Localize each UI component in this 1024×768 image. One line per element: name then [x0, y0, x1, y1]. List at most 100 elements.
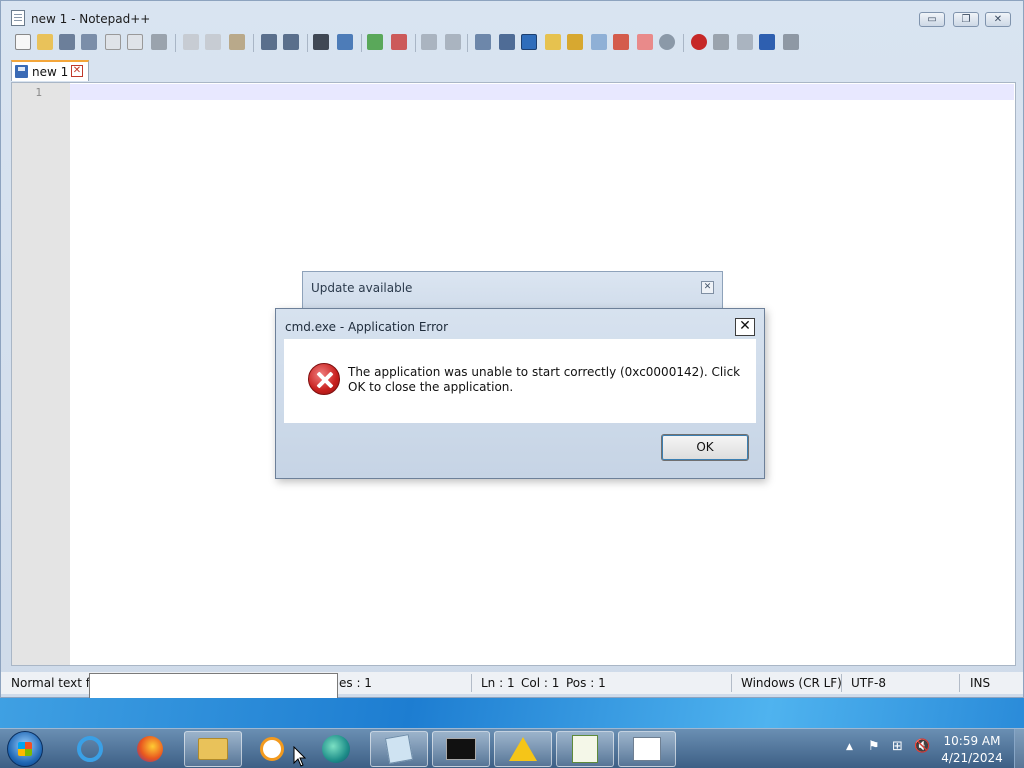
clock-date[interactable]: 4/21/2024 — [940, 751, 1004, 765]
taskbar-notepad[interactable] — [370, 731, 428, 767]
sync-horizontal-icon[interactable] — [445, 34, 461, 50]
new-file-icon[interactable] — [15, 34, 31, 50]
status-position: Pos : 1 — [566, 676, 606, 690]
error-dialog-body: The application was unable to start corr… — [284, 339, 756, 423]
taskbar-internet-explorer[interactable] — [68, 731, 112, 767]
taskbar-command-prompt[interactable] — [432, 731, 490, 767]
warning-icon — [509, 737, 537, 761]
folder-as-workspace-icon[interactable] — [591, 34, 607, 50]
sync-vertical-icon[interactable] — [421, 34, 437, 50]
status-column: Col : 1 — [521, 676, 560, 690]
tab-label: new 1 — [32, 65, 69, 79]
status-line: Ln : 1 — [481, 676, 515, 690]
show-all-chars-icon[interactable] — [499, 34, 515, 50]
status-insert-mode[interactable]: INS — [970, 676, 990, 690]
redo-icon[interactable] — [283, 34, 299, 50]
desktop-background — [0, 698, 1024, 728]
function-list-icon[interactable] — [567, 34, 583, 50]
taskbar: ▲ ⚑ ⊞ 🔇 10:59 AM 4/21/2024 — [0, 728, 1024, 768]
status-eol[interactable]: Windows (CR LF) — [741, 676, 842, 690]
taskbar-notepad-plus-plus[interactable] — [556, 731, 614, 767]
taskbar-media-player[interactable] — [252, 731, 292, 767]
current-line-highlight — [70, 84, 1014, 100]
user-defined-lang-icon[interactable] — [637, 34, 653, 50]
tab-close-icon[interactable]: ✕ — [71, 65, 83, 77]
start-button[interactable] — [7, 731, 43, 767]
show-hidden-icons-button[interactable]: ▲ — [846, 742, 853, 752]
line-number-gutter: 1 — [12, 83, 70, 665]
taskbar-firefox[interactable] — [128, 731, 172, 767]
taskbar-warning[interactable] — [494, 731, 552, 767]
comment-icon[interactable] — [659, 34, 675, 50]
zoom-out-icon[interactable] — [391, 34, 407, 50]
close-file-icon[interactable] — [105, 34, 121, 50]
volume-muted-icon[interactable]: 🔇 — [914, 739, 930, 754]
notepad-app-icon — [11, 10, 25, 26]
title-bar[interactable]: new 1 - Notepad++ ▭ ❐ ✕ — [1, 1, 1023, 31]
network-icon[interactable]: ⊞ — [892, 739, 903, 754]
error-dialog-close-button[interactable]: ✕ — [735, 318, 755, 336]
open-file-icon[interactable] — [37, 34, 53, 50]
mouse-cursor-icon — [293, 746, 307, 767]
error-icon — [308, 363, 340, 395]
update-dialog-title: Update available — [311, 281, 413, 295]
stop-record-icon[interactable] — [713, 34, 729, 50]
notepad-plus-plus-icon — [572, 735, 598, 763]
minimize-button[interactable]: ▭ — [919, 12, 945, 27]
line-number: 1 — [35, 86, 42, 99]
zoom-in-icon[interactable] — [367, 34, 383, 50]
show-desktop-button[interactable] — [1014, 729, 1024, 768]
media-player-icon — [260, 737, 284, 761]
toolbar-separator — [415, 34, 416, 52]
save-macro-icon[interactable] — [783, 34, 799, 50]
save-state-icon — [15, 65, 28, 78]
error-dialog-title: cmd.exe - Application Error — [285, 320, 449, 334]
cut-icon[interactable] — [183, 34, 199, 50]
undo-icon[interactable] — [261, 34, 277, 50]
toolbar-separator — [361, 34, 362, 52]
print-icon[interactable] — [151, 34, 167, 50]
clock-time[interactable]: 10:59 AM — [940, 734, 1004, 748]
save-all-icon[interactable] — [81, 34, 97, 50]
copy-icon[interactable] — [205, 34, 221, 50]
main-toolbar — [9, 32, 1019, 54]
doc-map-icon[interactable] — [545, 34, 561, 50]
status-divider — [471, 674, 472, 692]
find-icon[interactable] — [313, 34, 329, 50]
tab-new-1[interactable]: new 1 ✕ — [11, 60, 89, 81]
taskbar-document-viewer[interactable] — [618, 731, 676, 767]
toolbar-separator — [253, 34, 254, 52]
maximize-button[interactable]: ❐ — [953, 12, 979, 27]
status-divider — [841, 674, 842, 692]
status-divider — [959, 674, 960, 692]
toolbar-separator — [307, 34, 308, 52]
tab-bar: new 1 ✕ — [1, 58, 1023, 81]
record-macro-icon[interactable] — [691, 34, 707, 50]
monitoring-icon[interactable] — [613, 34, 629, 50]
command-prompt-icon — [446, 738, 476, 760]
ok-button[interactable]: OK — [661, 434, 749, 461]
close-window-button[interactable]: ✕ — [985, 12, 1011, 27]
toolbar-separator — [683, 34, 684, 52]
status-encoding[interactable]: UTF-8 — [851, 676, 886, 690]
play-macro-icon[interactable] — [737, 34, 753, 50]
action-center-flag-icon[interactable]: ⚑ — [868, 739, 880, 754]
save-icon[interactable] — [59, 34, 75, 50]
taskbar-file-explorer[interactable] — [184, 731, 242, 767]
word-wrap-icon[interactable] — [475, 34, 491, 50]
indent-guide-icon[interactable] — [521, 34, 537, 50]
internet-explorer-icon — [77, 736, 103, 762]
paste-icon[interactable] — [229, 34, 245, 50]
update-dialog-close-button[interactable]: ✕ — [701, 281, 714, 294]
replace-icon[interactable] — [337, 34, 353, 50]
document-icon — [633, 737, 661, 761]
toolbar-separator — [175, 34, 176, 52]
edge-icon — [322, 735, 350, 763]
error-message: The application was unable to start corr… — [348, 365, 741, 394]
window-title: new 1 - Notepad++ — [31, 12, 151, 26]
notepad-icon — [384, 734, 414, 764]
taskbar-edge[interactable] — [314, 731, 358, 767]
close-all-icon[interactable] — [127, 34, 143, 50]
status-divider — [731, 674, 732, 692]
run-macro-multiple-icon[interactable] — [759, 34, 775, 50]
